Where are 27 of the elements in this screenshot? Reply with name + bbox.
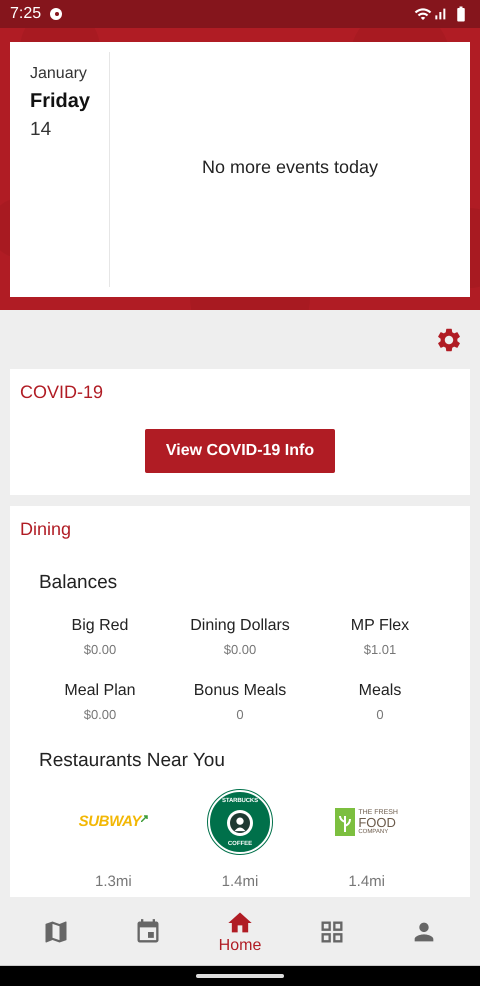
card-title: COVID-19 xyxy=(20,381,104,404)
balance-value: $1.01 xyxy=(364,640,396,658)
balance-label: Bonus Meals xyxy=(194,681,286,701)
balance-label: Meal Plan xyxy=(64,681,136,701)
balance-value: $0.00 xyxy=(224,640,256,658)
empty-message: No more events today xyxy=(202,156,378,179)
section-title: Balances xyxy=(39,571,118,595)
arrow-icon xyxy=(141,814,148,822)
distance-label: 1.3mi xyxy=(94,872,132,892)
nav-tab[interactable]: Home xyxy=(205,908,275,954)
balance-label: Dining Dollars xyxy=(190,616,290,636)
weekday-label: Friday xyxy=(30,89,92,114)
card-title: Dining xyxy=(20,518,72,541)
balance-label: Big Red xyxy=(72,616,128,636)
balance-label: MP Flex xyxy=(350,616,410,636)
section-title: Restaurants Near You xyxy=(39,748,226,772)
balance-value: 0 xyxy=(236,706,244,724)
distance-label: 1.4mi xyxy=(222,872,258,892)
balance-value: 0 xyxy=(376,706,384,724)
day-label: 14 xyxy=(30,118,52,142)
balance-value: $0.00 xyxy=(84,706,116,724)
balance-value: $0.00 xyxy=(84,640,116,658)
balance-label: Meals xyxy=(358,681,402,701)
covid-info-button[interactable]: View COVID-19 Info xyxy=(145,429,335,473)
status-time: 7:25 xyxy=(10,4,42,24)
month-label: January xyxy=(30,64,88,84)
distance-label: 1.4mi xyxy=(348,872,385,892)
